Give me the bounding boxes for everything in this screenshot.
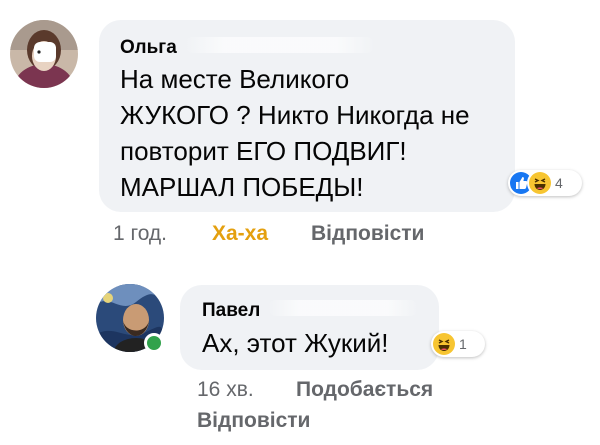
comment-timestamp[interactable]: 1 год.	[113, 222, 167, 246]
reactions-pill-olga[interactable]: 4	[508, 170, 582, 196]
surname-blur	[268, 300, 418, 316]
comment-author-pavel[interactable]: Павел	[202, 300, 260, 322]
comment-text-pavel: Ах, этот Жукий!	[202, 328, 389, 358]
comment-author-olga[interactable]: Ольга	[120, 37, 177, 59]
avatar-olga[interactable]	[10, 20, 78, 88]
online-status-indicator	[144, 333, 164, 353]
haha-icon	[529, 172, 551, 194]
haha-icon	[433, 333, 455, 355]
comment-timestamp[interactable]: 16 хв.	[197, 378, 254, 402]
surname-blur	[185, 37, 375, 53]
avatar-photo	[10, 20, 78, 88]
reply-button[interactable]: Відповісти	[197, 409, 310, 433]
comment-line: повторит ЕГО ПОДВИГ!	[120, 136, 407, 166]
haha-reaction-button[interactable]: Ха-ха	[212, 222, 268, 246]
reactions-pill-pavel[interactable]: 1	[431, 331, 485, 357]
comment-line: ЖУКОГО ? Никто Никогда не	[120, 100, 470, 130]
reaction-count: 1	[459, 336, 467, 352]
reply-button[interactable]: Відповісти	[311, 222, 424, 246]
comment-line: МАРШАЛ ПОБЕДЫ!	[120, 172, 364, 202]
comment-line: На месте Великого	[120, 64, 350, 94]
reaction-count: 4	[555, 175, 563, 191]
like-button[interactable]: Подобається	[296, 378, 433, 402]
